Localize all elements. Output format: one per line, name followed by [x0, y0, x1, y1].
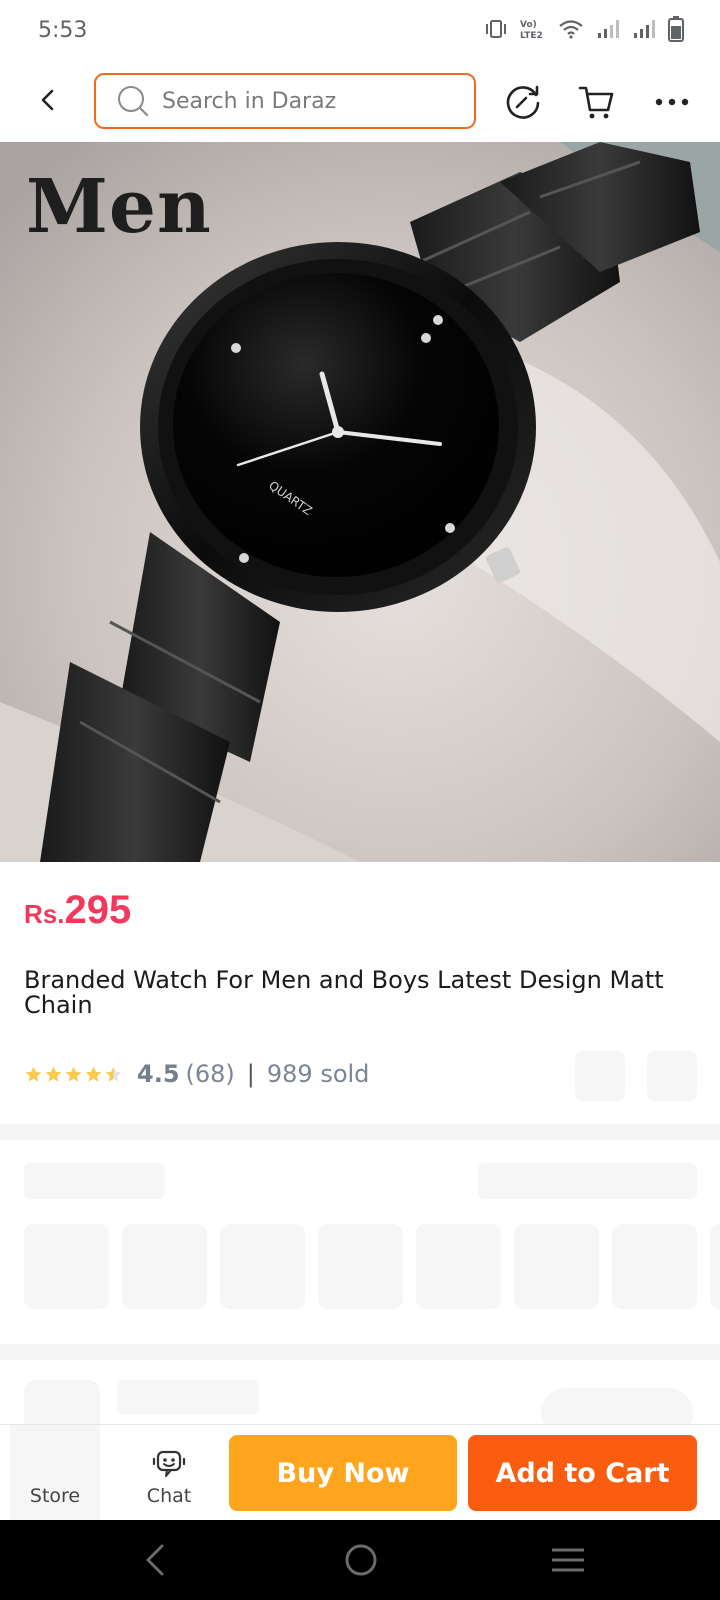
variant-placeholder	[710, 1224, 720, 1309]
rating-row[interactable]: 4.5 (68) | 989 sold	[24, 1060, 369, 1088]
history-button[interactable]	[501, 80, 545, 124]
product-image[interactable]: QUARTZ Men	[0, 142, 720, 862]
buy-now-button[interactable]: Buy Now	[229, 1435, 457, 1511]
variant-placeholder	[416, 1224, 501, 1309]
chat-label: Chat	[146, 1485, 192, 1507]
nav-recents-button[interactable]	[544, 1536, 592, 1584]
variant-placeholder	[612, 1224, 697, 1309]
store-label: Store	[29, 1485, 81, 1507]
watch-photo: QUARTZ	[0, 142, 720, 862]
store-name-placeholder	[117, 1380, 259, 1414]
rating-stars	[24, 1065, 123, 1084]
history-icon	[506, 85, 540, 119]
more-button[interactable]	[650, 80, 694, 124]
price-amount: 295	[64, 888, 132, 932]
product-title: Branded Watch For Men and Boys Latest De…	[24, 966, 664, 1019]
nav-back-icon	[146, 1544, 164, 1576]
nav-back-button[interactable]	[131, 1536, 179, 1584]
image-label: Men	[26, 164, 212, 250]
search-icon	[118, 86, 149, 117]
add-to-cart-button[interactable]: Add to Cart	[468, 1435, 697, 1511]
signal-1-icon	[598, 20, 619, 38]
nav-menu-icon	[552, 1548, 584, 1572]
half-star-icon	[105, 1066, 122, 1082]
back-arrow-icon	[41, 89, 54, 111]
section-divider	[0, 1124, 720, 1140]
nav-home-button[interactable]	[337, 1536, 385, 1584]
rating-value: 4.5	[137, 1060, 180, 1088]
wishlist-placeholder	[647, 1051, 697, 1101]
variant-placeholder	[318, 1224, 403, 1309]
variant-placeholder	[220, 1224, 305, 1309]
svg-text:Vo): Vo)	[520, 20, 537, 30]
loading-placeholder	[24, 1163, 165, 1199]
cart-icon	[578, 86, 614, 119]
variant-placeholder	[122, 1224, 207, 1309]
signal-2-icon	[634, 20, 655, 38]
nav-home-icon	[345, 1544, 377, 1576]
variant-placeholder	[24, 1224, 109, 1309]
status-bar: 5:53 Vo) LTE2	[0, 0, 720, 62]
price: Rs.295	[24, 888, 131, 933]
svg-text:LTE2: LTE2	[520, 31, 543, 40]
rating-separator: |	[246, 1060, 255, 1088]
lte-icon: Vo)LTE2	[520, 20, 543, 40]
star-icon	[45, 1066, 62, 1082]
chat-button[interactable]: Chat	[124, 1425, 214, 1521]
section-divider	[0, 1344, 720, 1360]
loading-placeholder	[478, 1163, 697, 1199]
search-placeholder: Search in Daraz	[162, 88, 337, 114]
back-button[interactable]	[28, 80, 68, 120]
store-button[interactable]: Store	[10, 1425, 100, 1521]
price-currency: Rs.	[24, 899, 65, 929]
status-time: 5:53	[38, 18, 88, 43]
share-placeholder	[575, 1051, 625, 1101]
search-input[interactable]: Search in Daraz	[94, 73, 476, 129]
status-icons: Vo) LTE2	[484, 16, 684, 42]
battery-icon	[668, 16, 684, 42]
cart-button[interactable]	[575, 80, 619, 124]
star-icon	[25, 1066, 42, 1082]
top-header: Search in Daraz	[0, 62, 720, 142]
chat-icon	[152, 1450, 186, 1477]
more-icon	[655, 98, 689, 106]
wifi-icon	[559, 20, 583, 39]
sold-count: 989 sold	[266, 1060, 370, 1088]
bottom-action-bar: Store Chat Buy Now Add to Cart	[0, 1424, 720, 1521]
vibrate-icon	[486, 20, 506, 38]
star-icon	[65, 1066, 82, 1082]
star-icon	[85, 1066, 102, 1082]
system-nav-bar	[0, 1520, 720, 1600]
variant-placeholder	[514, 1224, 599, 1309]
review-count: (68)	[185, 1060, 235, 1088]
